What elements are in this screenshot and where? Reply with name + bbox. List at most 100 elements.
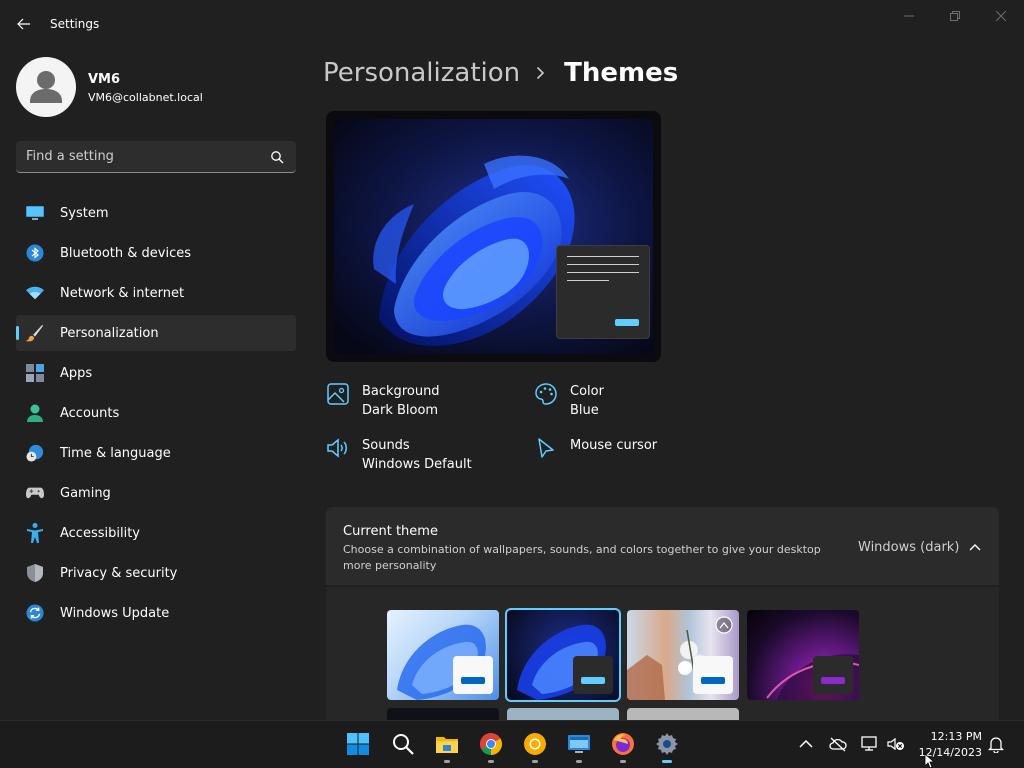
mouse-cursor-setting[interactable]: Mouse cursor <box>534 436 657 460</box>
brush-icon <box>26 324 44 342</box>
color-setting[interactable]: Color Blue <box>534 382 604 420</box>
user-name: VM6 <box>88 72 121 87</box>
accessibility-icon <box>26 523 44 543</box>
settings-icon[interactable] <box>655 732 679 756</box>
minimize-icon <box>904 15 914 17</box>
sounds-value: Windows Default <box>362 457 472 472</box>
avatar[interactable] <box>16 57 76 117</box>
windows-start-icon[interactable] <box>346 732 370 756</box>
sidebar-item-label: Windows Update <box>60 605 170 621</box>
thumbnail-window-preview <box>693 656 733 694</box>
thumbnail-window-preview <box>813 656 853 694</box>
sidebar-item-label: Accounts <box>60 405 120 421</box>
close-button[interactable] <box>978 0 1024 32</box>
mini-accent-button <box>615 319 639 326</box>
gamepad-icon <box>26 484 44 502</box>
notification-bell-icon[interactable] <box>987 735 1005 753</box>
sidebar-item-system[interactable]: System <box>16 195 296 231</box>
user-email: VM6@collabnet.local <box>88 91 203 104</box>
bluetooth-icon <box>26 244 44 262</box>
sounds-setting[interactable]: Sounds Windows Default <box>326 436 472 474</box>
theme-thumbnail-row2-1[interactable] <box>387 708 499 720</box>
volume-muted-icon[interactable] <box>887 735 905 753</box>
running-indicator <box>576 760 582 763</box>
sidebar-item-label: Personalization <box>60 325 159 341</box>
chrome-icon[interactable] <box>479 732 503 756</box>
clock-globe-icon <box>26 444 44 462</box>
image-icon <box>327 383 349 405</box>
sidebar-item-apps[interactable]: Apps <box>16 355 296 391</box>
mouse-cursor-label: Mouse cursor <box>570 438 658 453</box>
background-setting[interactable]: Background Dark Bloom <box>326 382 440 420</box>
breadcrumb-parent-link[interactable]: Personalization <box>323 58 520 88</box>
theme-thumbnail-glow[interactable] <box>627 610 739 700</box>
user-avatar-icon <box>30 71 62 103</box>
thumbnail-accent-bar <box>461 677 485 684</box>
theme-thumbnail-windows-dark[interactable] <box>505 608 621 702</box>
mini-line <box>567 264 639 265</box>
mini-line <box>567 272 639 273</box>
theme-thumbnail-captured-motion[interactable] <box>747 610 859 700</box>
search-icon[interactable] <box>391 732 415 756</box>
sidebar-item-network[interactable]: Network & internet <box>16 275 296 311</box>
sidebar-item-label: Time & language <box>60 445 171 461</box>
chevron-right-icon <box>536 66 548 80</box>
sidebar-item-label: System <box>60 205 109 221</box>
color-value: Blue <box>570 403 599 418</box>
minimize-button[interactable] <box>886 0 932 32</box>
app-title: Settings <box>50 17 100 31</box>
thumbnail-accent-bar <box>821 677 845 684</box>
sidebar-item-gaming[interactable]: Gaming <box>16 475 296 511</box>
firefox-icon[interactable] <box>611 732 635 756</box>
current-theme-title: Current theme <box>343 524 438 539</box>
running-indicator <box>620 760 626 763</box>
sidebar-item-time-language[interactable]: Time & language <box>16 435 296 471</box>
restore-button[interactable] <box>932 0 978 32</box>
mini-line <box>567 280 609 281</box>
thumbnail-accent-bar <box>701 677 725 684</box>
remote-desktop-icon[interactable] <box>567 732 591 756</box>
clock-time[interactable]: 12:13 PM <box>920 730 982 743</box>
theme-thumbnail-windows-light[interactable] <box>387 610 499 700</box>
close-icon <box>996 11 1006 21</box>
color-label: Color <box>570 384 604 399</box>
thumbnail-window-preview <box>573 656 613 694</box>
sidebar-item-label: Accessibility <box>60 525 140 541</box>
sidebar-item-privacy[interactable]: Privacy & security <box>16 555 296 591</box>
sidebar-item-label: Privacy & security <box>60 565 178 581</box>
running-indicator <box>488 760 494 763</box>
background-label: Background <box>362 384 440 399</box>
onedrive-offline-icon[interactable] <box>829 735 847 753</box>
mini-line <box>567 256 639 257</box>
running-indicator <box>444 760 450 763</box>
restore-icon <box>950 11 960 21</box>
sidebar-item-personalization[interactable]: Personalization <box>16 315 296 351</box>
chevron-up-icon[interactable] <box>797 735 815 753</box>
sidebar-item-label: Network & internet <box>60 285 185 301</box>
update-icon <box>26 604 44 622</box>
file-explorer-icon[interactable] <box>435 732 459 756</box>
chevron-up-icon[interactable] <box>968 541 982 553</box>
search-box[interactable] <box>16 141 296 173</box>
person-icon <box>26 404 44 422</box>
search-icon[interactable] <box>270 150 284 164</box>
current-theme-description: Choose a combination of wallpapers, soun… <box>343 543 821 572</box>
sidebar-item-bluetooth[interactable]: Bluetooth & devices <box>16 235 296 271</box>
back-button[interactable] <box>14 14 34 34</box>
sidebar-item-accounts[interactable]: Accounts <box>16 395 296 431</box>
chrome-canary-icon[interactable] <box>523 732 547 756</box>
search-input[interactable] <box>26 141 261 172</box>
speaker-icon <box>327 438 347 458</box>
sidebar-item-accessibility[interactable]: Accessibility <box>16 515 296 551</box>
theme-thumbnail-row2-2[interactable] <box>507 708 619 720</box>
sidebar-item-label: Apps <box>60 365 93 381</box>
theme-preview <box>326 111 661 362</box>
current-theme-card[interactable]: Current theme Choose a combination of wa… <box>326 507 999 585</box>
active-indicator <box>662 760 672 763</box>
window-controls <box>886 0 1024 32</box>
theme-gallery <box>326 587 999 720</box>
theme-thumbnail-row2-3[interactable] <box>627 708 739 720</box>
sidebar-item-windows-update[interactable]: Windows Update <box>16 595 296 631</box>
back-arrow-icon <box>17 18 30 30</box>
network-monitor-icon[interactable] <box>861 735 879 753</box>
